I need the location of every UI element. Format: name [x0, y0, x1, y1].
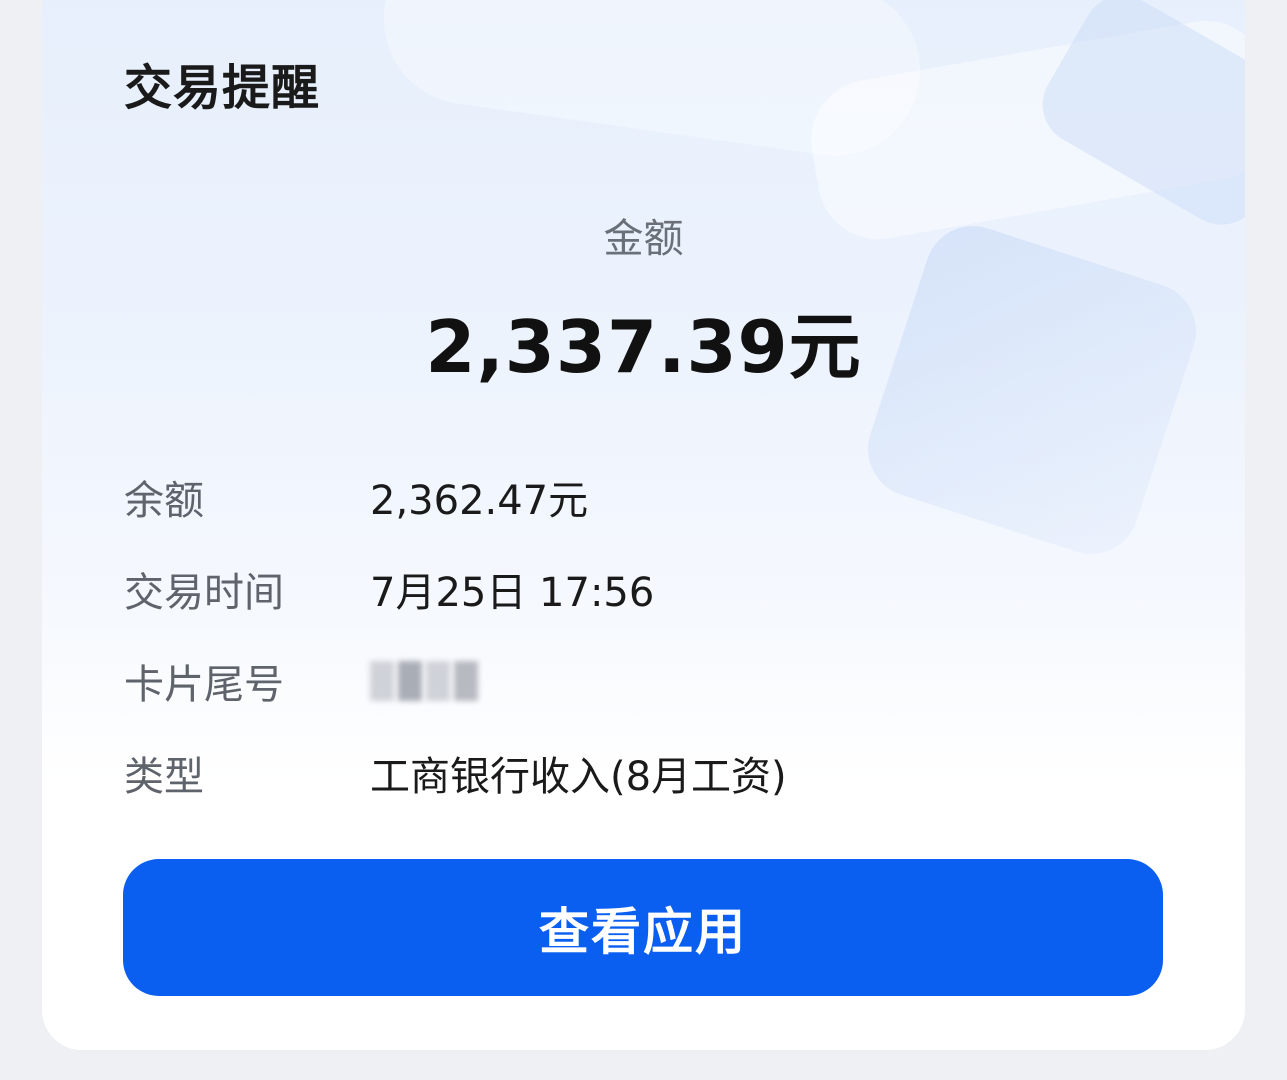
- type-value: 工商银行收入(8月工资): [370, 754, 787, 800]
- transaction-time-label: 交易时间: [124, 570, 284, 616]
- transaction-alert-card: 交易提醒 金额 2,337.39元 余额 2,362.47元 交易时间 7月25…: [42, 0, 1245, 1050]
- background-decoration: [1028, 0, 1245, 240]
- type-label: 类型: [124, 754, 204, 800]
- masked-card-number: [370, 656, 480, 706]
- amount-label: 金额: [603, 216, 684, 262]
- card-tail-number-row: 卡片尾号: [124, 651, 1124, 711]
- type-row: 类型 工商银行收入(8月工资): [124, 743, 1124, 803]
- card-tail-number-label: 卡片尾号: [124, 662, 284, 708]
- background-decoration: [372, 0, 932, 167]
- transaction-time-row: 交易时间 7月25日 17:56: [124, 559, 1124, 619]
- card-title: 交易提醒: [124, 60, 321, 116]
- transaction-time-value: 7月25日 17:56: [370, 570, 655, 616]
- balance-value: 2,362.47元: [370, 478, 589, 524]
- amount-value: 2,337.39元: [425, 305, 862, 389]
- balance-label: 余额: [124, 478, 204, 524]
- view-app-button[interactable]: 查看应用: [123, 859, 1163, 996]
- balance-row: 余额 2,362.47元: [124, 467, 1124, 527]
